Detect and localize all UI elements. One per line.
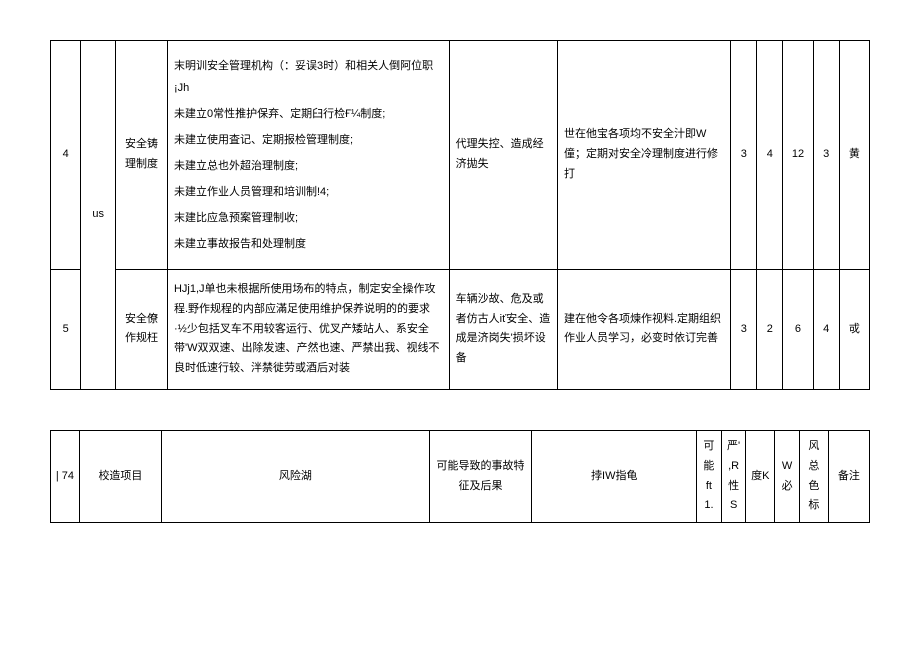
hdr-color: 风总 色标 bbox=[799, 430, 828, 522]
risk-table-main: 4 us 安全铸理制度 末明训安全管理机构（：妥误3时）和相关人倒阿位职¡Jh … bbox=[50, 40, 870, 390]
cell-v2: 4 bbox=[757, 41, 783, 270]
cell-description: HJj1,J单也未根据所使用场布的特点，制定安全操作攻程.野作规程的内部应滿足使… bbox=[167, 270, 449, 390]
cell-category: 安全僚作规枉 bbox=[115, 270, 167, 390]
cell-measure: 建在他令各项煉作视料.定期组织作业人员学习，必变时依订完善 bbox=[557, 270, 730, 390]
cell-seq: 5 bbox=[51, 270, 81, 390]
cell-v3: 12 bbox=[783, 41, 813, 270]
cell-consequence: 车辆沙故、危及或者仿古人iť安全、造成是济岗失'损坏设备 bbox=[449, 270, 557, 390]
cell-v3: 6 bbox=[783, 270, 813, 390]
hdr-degree: 度K bbox=[746, 430, 775, 522]
cell-category: 安全铸理制度 bbox=[115, 41, 167, 270]
cell-v2: 2 bbox=[757, 270, 783, 390]
cell-v4: 3 bbox=[813, 41, 839, 270]
risk-table-header: | 74 校造项目 风险湖 可能导致的事故特征及后果 挬IW指龟 可能 ft 1… bbox=[50, 430, 870, 523]
cell-description: 末明训安全管理机构（：妥误3时）和相关人倒阿位职¡Jh 未建立0常性推护保弃、定… bbox=[167, 41, 449, 270]
cell-measure: 世在他宝各项均不安全汁即W僮；定期对安全冷理制度进行修打 bbox=[557, 41, 730, 270]
hdr-measure: 挬IW指龟 bbox=[532, 430, 697, 522]
cell-color: 戓 bbox=[839, 270, 869, 390]
hdr-consequence: 可能导致的事故特征及后果 bbox=[429, 430, 532, 522]
hdr-severity: 严',R 性 S bbox=[721, 430, 746, 522]
hdr-seq: | 74 bbox=[51, 430, 80, 522]
cell-us: us bbox=[81, 41, 116, 390]
cell-v1: 3 bbox=[731, 41, 757, 270]
header-row: | 74 校造项目 风险湖 可能导致的事故特征及后果 挬IW指龟 可能 ft 1… bbox=[51, 430, 870, 522]
hdr-risk: 风险湖 bbox=[162, 430, 430, 522]
hdr-remark: 备注 bbox=[828, 430, 869, 522]
cell-color: 黄 bbox=[839, 41, 869, 270]
table-row: 5 安全僚作规枉 HJj1,J单也未根据所使用场布的特点，制定安全操作攻程.野作… bbox=[51, 270, 870, 390]
cell-v1: 3 bbox=[731, 270, 757, 390]
hdr-item: 校造项目 bbox=[79, 430, 161, 522]
cell-consequence: 代理失控、造成经济拋失 bbox=[449, 41, 557, 270]
hdr-w: W必 bbox=[775, 430, 800, 522]
cell-seq: 4 bbox=[51, 41, 81, 270]
table-row: 4 us 安全铸理制度 末明训安全管理机构（：妥误3时）和相关人倒阿位职¡Jh … bbox=[51, 41, 870, 270]
hdr-possibility: 可能 ft 1. bbox=[697, 430, 722, 522]
cell-v4: 4 bbox=[813, 270, 839, 390]
